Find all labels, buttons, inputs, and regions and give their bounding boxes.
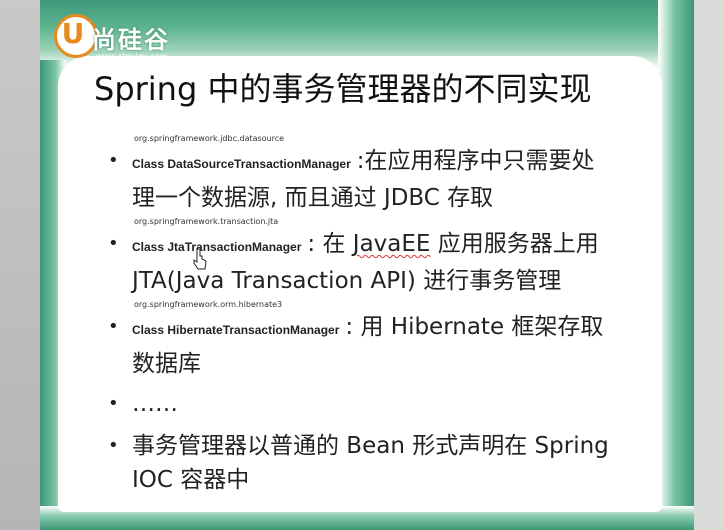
bullet-line: Class JtaTransactionManager : 在 JavaEE 应用…	[132, 227, 680, 264]
bullet-line-2: JTA(Java Transaction API) 进行事务管理	[132, 268, 562, 294]
bullet-text: :在应用程序中只需要处	[356, 148, 595, 174]
bullet-dot: •	[108, 150, 119, 171]
package-name: org.springframework.orm.hibernate3	[134, 300, 283, 309]
right-window-strip	[694, 0, 724, 530]
left-window-strip	[0, 0, 40, 530]
bullet-line-2: 数据库	[132, 351, 201, 377]
bullet-item: • org.springframework.orm.hibernate3 Cla…	[100, 300, 680, 381]
bullet-dot: •	[108, 316, 119, 337]
slide-title: Spring 中的事务管理器的不同实现	[94, 70, 592, 108]
logo-brand-name: 尚硅谷	[92, 26, 170, 54]
logo-letter: U	[61, 17, 85, 50]
bullet-item: • org.springframework.jdbc.datasource Cl…	[100, 134, 680, 215]
bullet-text-tail: 应用服务器上用	[430, 231, 599, 257]
package-name: org.springframework.transaction.jta	[134, 217, 279, 226]
package-name: org.springframework.jdbc.datasource	[134, 134, 285, 143]
bullet-text: : 在	[307, 231, 353, 257]
bullet-dot: •	[108, 233, 119, 254]
bullet-dot: •	[108, 393, 119, 414]
class-label: Class JtaTransactionManager	[132, 240, 302, 254]
bullet-line-2: IOC 容器中	[132, 467, 250, 493]
bullet-item: • 事务管理器以普通的 Bean 形式声明在 Spring IOC 容器中	[100, 429, 680, 497]
class-label: Class DataSourceTransactionManager	[132, 157, 351, 171]
slide: U 尚硅谷 www.atguigu.com Spring 中的事务管理器的不同实…	[40, 0, 694, 530]
bullet-text: : 用 Hibernate 框架存取	[345, 314, 604, 340]
bullet-dot: •	[108, 435, 119, 456]
bullet-line: Class HibernateTransactionManager : 用 Hib…	[132, 310, 680, 347]
atguigu-logo: U 尚硅谷 www.atguigu.com	[54, 14, 214, 70]
bullet-item: • ……	[100, 387, 680, 421]
bullet-item: • org.springframework.transaction.jta Cl…	[100, 217, 680, 298]
class-label: Class HibernateTransactionManager	[132, 323, 340, 337]
text-cursor-icon	[193, 248, 207, 270]
bullet-line-2: 理一个数据源, 而且通过 JDBC 存取	[132, 185, 494, 211]
bullet-line: 事务管理器以普通的 Bean 形式声明在 Spring	[132, 433, 609, 459]
logo-url: www.atguigu.com	[96, 52, 168, 61]
bullet-line: Class DataSourceTransactionManager :在应用程序…	[132, 144, 680, 181]
spellcheck-word: JavaEE	[352, 231, 431, 257]
bullet-line: ……	[132, 391, 178, 417]
bullet-list: • org.springframework.jdbc.datasource Cl…	[100, 134, 680, 497]
